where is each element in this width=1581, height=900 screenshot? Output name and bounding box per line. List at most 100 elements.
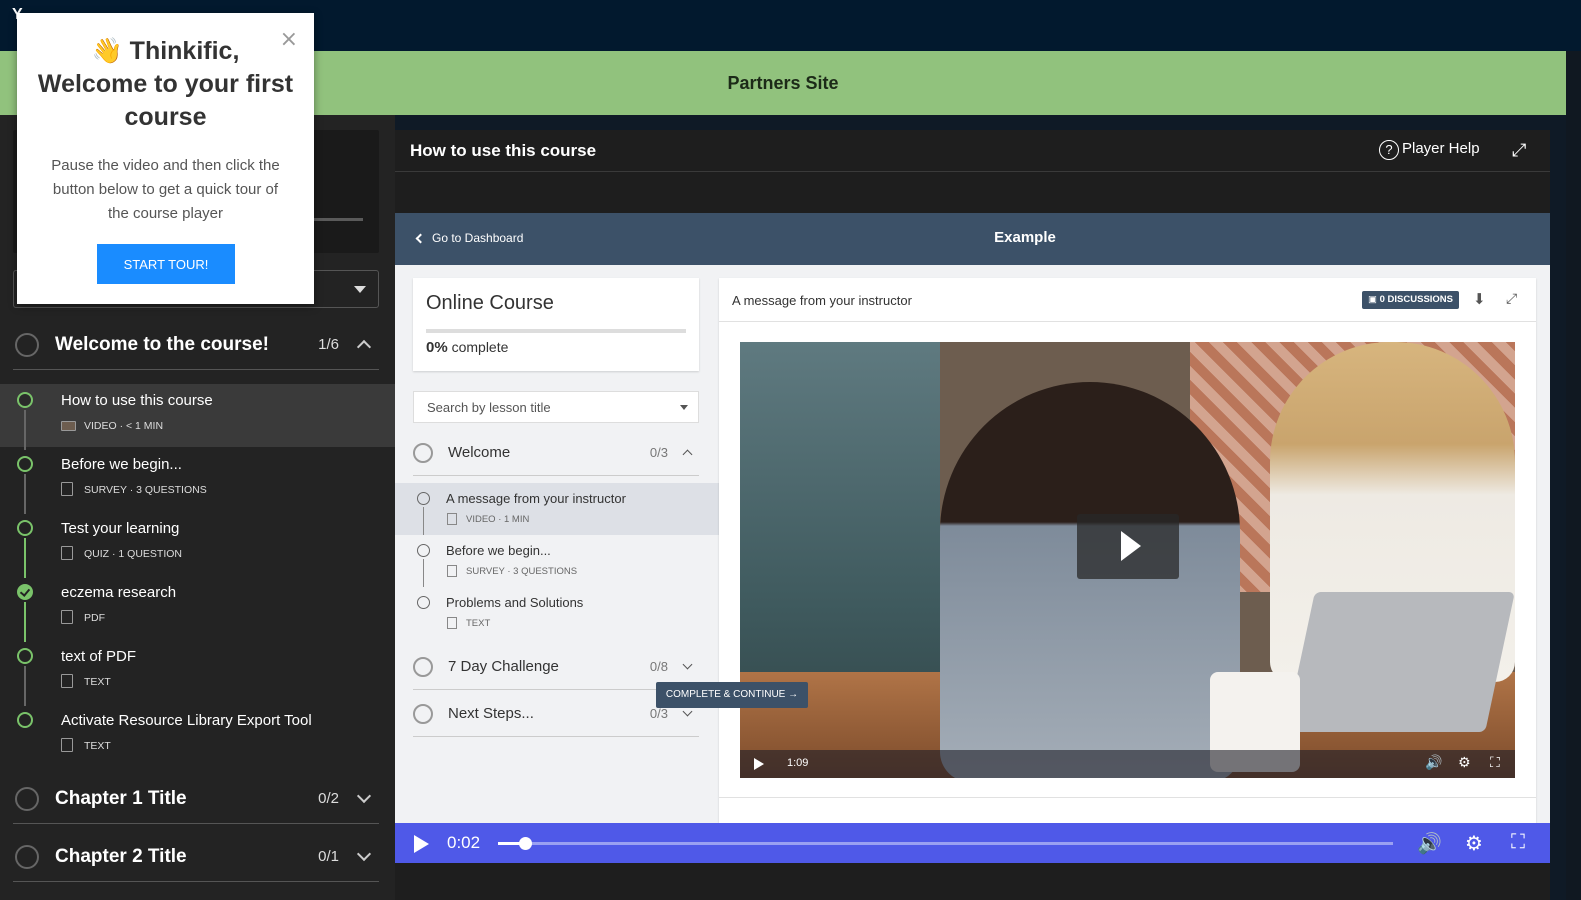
chapter-count: 0/3 (649, 445, 668, 460)
player-help-link[interactable]: Player Help (1402, 140, 1480, 157)
pdf-icon (61, 610, 73, 624)
video-control-bar: 1:09 🔊 ⚙ ⛶ (740, 750, 1515, 778)
caret-down-icon (680, 405, 688, 410)
lesson-item[interactable]: Activate Resource Library Export Tool TE… (0, 704, 395, 767)
fullscreen-icon[interactable]: ⛶ (1511, 831, 1525, 854)
settings-icon[interactable]: ⚙ (1458, 754, 1471, 771)
settings-icon[interactable]: ⚙ (1465, 831, 1483, 856)
welcome-tour-popup: × 👋 Thinkific, Welcome to your first cou… (17, 13, 314, 304)
lesson-meta: VIDEO · 1 MIN (466, 514, 530, 525)
chapter-progress-icon (15, 844, 39, 869)
lesson-meta: SURVEY · 3 QUESTIONS (84, 484, 207, 496)
video-scene-person (940, 382, 1240, 778)
play-icon[interactable] (754, 758, 764, 770)
lesson-meta: SURVEY · 3 QUESTIONS (466, 566, 578, 577)
chapter-welcome[interactable]: Welcome to the course! 1/6 (13, 320, 379, 370)
embedded-lesson-item[interactable]: Problems and Solutions TEXT (395, 587, 719, 639)
seek-bar[interactable] (498, 837, 1393, 850)
chevron-up-icon[interactable] (356, 339, 372, 355)
lesson-status-icon (417, 492, 430, 505)
help-icon[interactable]: ? (1379, 140, 1399, 160)
chevron-up-icon[interactable] (682, 449, 693, 460)
lesson-connector (24, 474, 26, 514)
lesson-name: How to use this course (61, 392, 213, 409)
course-name: Online Course (426, 292, 554, 314)
lesson-meta: TEXT (84, 676, 111, 688)
play-icon[interactable] (1077, 514, 1179, 579)
chapter-title: Next Steps... (448, 705, 534, 722)
chapter-count: 0/3 (649, 706, 668, 721)
expand-icon[interactable]: ⤢ (1506, 290, 1517, 307)
lesson-status-icon (17, 456, 33, 472)
lesson-connector (24, 666, 26, 706)
start-tour-button[interactable]: START TOUR! (97, 244, 235, 284)
expand-icon[interactable]: ⤢ (1512, 140, 1526, 161)
lesson-meta: TEXT (84, 740, 111, 752)
lesson-panel-header: A message from your instructor ▣ 0 DISCU… (719, 278, 1536, 322)
fullscreen-icon[interactable]: ⛶ (1490, 754, 1500, 771)
play-icon[interactable] (414, 835, 429, 853)
chapter-1[interactable]: Chapter 1 Title 0/2 (13, 774, 379, 824)
right-edge (1566, 51, 1581, 900)
video-duration: 1:09 (787, 757, 809, 769)
chapter-progress-icon (15, 332, 39, 357)
chapter-2[interactable]: Chapter 2 Title 0/1 (13, 832, 379, 882)
caret-down-icon (354, 286, 366, 293)
lesson-name: Activate Resource Library Export Tool (61, 712, 312, 729)
volume-icon[interactable]: 🔊 (1425, 754, 1442, 771)
volume-icon[interactable]: 🔊 (1417, 831, 1442, 856)
lesson-name: Before we begin... (61, 456, 182, 473)
chevron-down-icon[interactable] (356, 846, 372, 862)
lesson-item[interactable]: eczema research PDF (0, 576, 395, 642)
chapter-count: 0/8 (649, 659, 668, 674)
site-banner-title: Partners Site (727, 72, 839, 93)
embedded-lesson-title: A message from your instructor (732, 293, 912, 308)
complete-continue-button[interactable]: COMPLETE & CONTINUE → (656, 682, 808, 708)
chapter-title: Welcome to the course! (55, 333, 269, 355)
chapter-count: 1/6 (318, 336, 339, 353)
chapter-count: 0/1 (318, 848, 339, 865)
lesson-connector (24, 538, 26, 578)
lesson-name: Before we begin... (446, 543, 551, 558)
chevron-down-icon[interactable] (682, 706, 693, 717)
lesson-meta: PDF (84, 612, 105, 624)
current-time: 0:02 (447, 833, 481, 852)
chapter-progress-icon (413, 442, 433, 463)
lesson-connector (423, 507, 424, 535)
lesson-item[interactable]: How to use this course VIDEO · < 1 MIN (0, 384, 395, 450)
lesson-connector (423, 559, 424, 587)
panel-divider (719, 797, 1536, 798)
lesson-name: Problems and Solutions (446, 595, 584, 610)
download-icon[interactable]: ⬇ (1473, 290, 1486, 308)
embedded-chapter-welcome[interactable]: Welcome 0/3 (413, 430, 699, 476)
lesson-meta: VIDEO · < 1 MIN (84, 420, 164, 432)
lesson-connector (24, 602, 26, 642)
embedded-lesson-item[interactable]: A message from your instructor VIDEO · 1… (395, 483, 719, 535)
lesson-item[interactable]: Test your learning QUIZ · 1 QUESTION (0, 512, 395, 578)
lesson-video[interactable]: 1:09 🔊 ⚙ ⛶ (740, 342, 1515, 778)
lesson-item[interactable]: Before we begin... SURVEY · 3 QUESTIONS (0, 448, 395, 514)
text-icon (61, 674, 73, 688)
seek-handle[interactable] (518, 837, 532, 850)
player-header: How to use this course ? Player Help ⤢ (395, 130, 1550, 172)
embedded-course-title: Example (994, 229, 1056, 246)
player-control-bar: 0:02 🔊 ⚙ ⛶ (395, 823, 1550, 863)
chevron-down-icon[interactable] (356, 788, 372, 804)
lesson-item[interactable]: text of PDF TEXT (0, 640, 395, 706)
quiz-icon (61, 546, 73, 560)
popup-body: Pause the video and then click the butto… (51, 157, 280, 222)
percent-label: complete (451, 339, 509, 355)
lesson-name: A message from your instructor (446, 491, 626, 506)
embedded-lesson-item[interactable]: Before we begin... SURVEY · 3 QUESTIONS (395, 535, 719, 587)
embedded-search-select[interactable]: Search by lesson title (413, 391, 699, 423)
lesson-name: eczema research (61, 584, 177, 601)
percent-value: 0% (426, 339, 448, 356)
chapter-progress-icon (15, 786, 39, 811)
course-percent: 0% complete (426, 339, 508, 356)
embedded-lesson-panel: A message from your instructor ▣ 0 DISCU… (719, 278, 1536, 823)
embedded-nav-bar: Go to Dashboard Example (395, 213, 1550, 265)
video-icon (61, 421, 76, 431)
chapter-title: 7 Day Challenge (448, 658, 559, 675)
chevron-down-icon[interactable] (682, 659, 693, 670)
discussions-button[interactable]: ▣ 0 DISCUSSIONS (1362, 291, 1460, 309)
